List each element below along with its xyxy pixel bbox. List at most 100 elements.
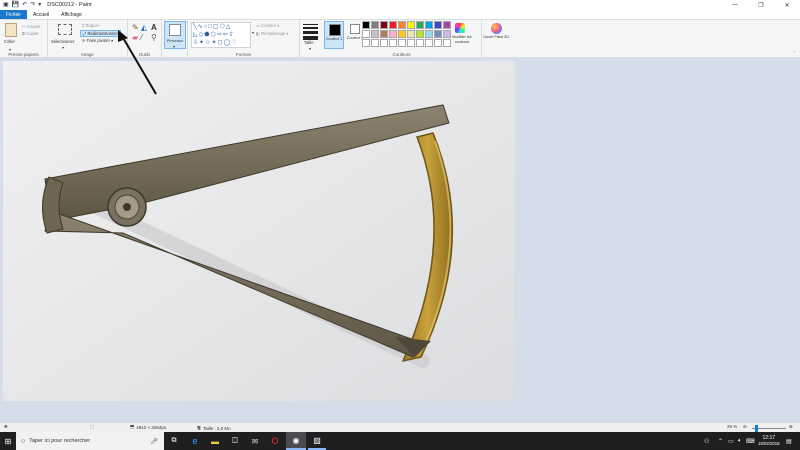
microphone-icon[interactable]: 🎤︎ <box>150 438 158 445</box>
palette-swatch[interactable] <box>398 21 406 29</box>
palette-swatch[interactable] <box>389 39 397 47</box>
save-icon[interactable]: 💾 <box>12 2 19 8</box>
people-icon[interactable]: ⚇ <box>704 432 709 450</box>
edge-icon[interactable]: e <box>186 432 204 450</box>
zoom-slider[interactable] <box>752 425 786 432</box>
palette-swatch[interactable] <box>371 39 379 47</box>
rounded-rectangle-shape-icon[interactable]: ▢ <box>213 24 220 30</box>
palette-swatch[interactable] <box>398 39 406 47</box>
collapse-ribbon-icon[interactable]: ⌃ <box>792 50 796 55</box>
outline-button[interactable]: ▭ Contour ▾ <box>256 23 279 28</box>
notifications-icon[interactable]: ▤ <box>786 432 792 450</box>
size-icon[interactable] <box>303 24 318 40</box>
palette-swatch[interactable] <box>434 21 442 29</box>
shapes-scroll-icon[interactable]: ▾ <box>252 30 254 35</box>
palette-swatch[interactable] <box>434 39 442 47</box>
palette-swatch[interactable] <box>407 21 415 29</box>
heart-shape-icon[interactable]: ♡ <box>231 40 237 46</box>
paste-button[interactable]: Coller <box>4 39 15 44</box>
zoom-in-button[interactable]: ⊕ <box>789 424 793 430</box>
shapes-group-label: Formes <box>235 52 252 57</box>
store-icon[interactable]: ⛋ <box>226 432 244 450</box>
network-icon[interactable]: ▭ <box>728 432 734 450</box>
cut-button[interactable]: ✂ Couper <box>22 24 40 29</box>
tray-chevron-icon[interactable]: ⌃ <box>718 432 723 450</box>
crop-icon: ⌗ <box>82 23 85 28</box>
palette-swatch[interactable] <box>362 30 370 38</box>
keyboard-icon[interactable]: ⌨ <box>746 432 755 450</box>
palette-row <box>362 21 451 29</box>
volume-icon[interactable]: 🔈︎ <box>738 432 742 450</box>
fill-button[interactable]: ◧ Remplissage ▾ <box>256 31 289 36</box>
palette-swatch[interactable] <box>416 30 424 38</box>
task-view-icon[interactable]: ⧉ <box>166 432 182 450</box>
palette-swatch[interactable] <box>416 39 424 47</box>
status-bar: ✥ ⬚ ⬒ 4912 × 3264px 🖫 Taille : 2,8 Mo 25 %… <box>0 422 800 432</box>
palette-swatch[interactable] <box>380 39 388 47</box>
palette-swatch[interactable] <box>362 21 370 29</box>
palette-swatch[interactable] <box>425 21 433 29</box>
paint3d-icon[interactable] <box>491 23 502 34</box>
undo-icon[interactable]: ↶ <box>22 2 27 8</box>
copy-label: Copier <box>26 31 39 36</box>
palette-swatch[interactable] <box>398 30 406 38</box>
cut-label: Couper <box>26 24 41 29</box>
open-paint3d-button[interactable]: Ouvrir Paint 3D <box>482 35 510 40</box>
copy-button[interactable]: ⧉ Copier <box>22 31 39 36</box>
resize-icon: ⤢ <box>83 31 87 36</box>
triangle-shape-icon[interactable]: △ <box>226 24 232 30</box>
zoom-slider-thumb[interactable] <box>755 425 758 432</box>
paint-taskbar-icon[interactable]: ◉ <box>286 432 306 450</box>
tab-view[interactable]: Affichage <box>55 10 88 19</box>
rotate-button[interactable]: ⟳ Faire pivoter ▾ <box>82 38 113 43</box>
size-label: Taille <box>304 40 314 45</box>
redo-icon[interactable]: ↷ <box>30 2 35 8</box>
select-dropdown-icon[interactable]: ▾ <box>62 45 64 50</box>
size-group: Taille ▾ <box>300 20 322 58</box>
palette-swatch[interactable] <box>407 39 415 47</box>
minimize-button[interactable]: — <box>722 0 748 10</box>
palette-swatch[interactable] <box>380 30 388 38</box>
shapes-gallery[interactable]: ╲∿○□▢⬠△ ◺◇⬟⬡⇨⇦⇧ ⇩✦☆✶◻◯♡ <box>191 22 251 48</box>
mail-icon[interactable]: ✉ <box>246 432 264 450</box>
select-button[interactable]: Sélectionner <box>51 39 74 44</box>
palette-swatch[interactable] <box>425 30 433 38</box>
edit-colors-button[interactable]: Modifier les couleurs <box>448 35 476 44</box>
palette-swatch[interactable] <box>389 30 397 38</box>
palette-swatch[interactable] <box>371 30 379 38</box>
palette-swatch[interactable] <box>434 30 442 38</box>
zoom-out-button[interactable]: ⊖ <box>743 424 747 430</box>
quick-access-toolbar: ▣ 💾 ↶ ↷ ▾ <box>0 2 41 8</box>
disk-icon: 🖫 <box>197 425 201 430</box>
opera-icon[interactable]: O <box>266 432 284 450</box>
arrow-up-shape-icon[interactable]: ⇧ <box>229 32 235 38</box>
edit-colors-icon[interactable] <box>455 23 465 33</box>
crop-button[interactable]: ⌗ Rogner <box>82 23 99 28</box>
maximize-button[interactable]: ❐ <box>748 0 774 10</box>
palette-swatch[interactable] <box>425 39 433 47</box>
clock[interactable]: 12:17 19/02/2018 <box>758 432 780 450</box>
size-dropdown-icon[interactable]: ▾ <box>309 46 311 51</box>
palette-swatch[interactable] <box>371 21 379 29</box>
tab-file[interactable]: Fichier <box>0 10 28 19</box>
taskbar: ⊞ ○ Taper ici pour rechercher 🎤︎ ⧉ e ▬ ⛋… <box>0 432 800 450</box>
palette-swatch[interactable] <box>389 21 397 29</box>
palette-swatch[interactable] <box>443 21 451 29</box>
palette-swatch[interactable] <box>362 39 370 47</box>
windows-start-icon[interactable]: ⊞ <box>0 432 16 450</box>
customize-icon[interactable]: ▾ <box>38 2 41 8</box>
fill-label: Remplissage <box>261 31 286 36</box>
file-explorer-icon[interactable]: ▬ <box>206 432 224 450</box>
brushes-button[interactable]: Pinceaux ▾ <box>164 21 186 49</box>
tab-home[interactable]: Accueil <box>27 10 55 19</box>
outline-label: Contour <box>261 23 277 28</box>
close-button[interactable]: ✕ <box>774 0 800 10</box>
photos-icon[interactable]: ▨ <box>308 432 326 450</box>
taskbar-search[interactable]: ○ Taper ici pour rechercher 🎤︎ <box>16 432 164 450</box>
color1-button[interactable]: Couleur 1 <box>324 21 344 49</box>
palette-swatch[interactable] <box>380 21 388 29</box>
palette-swatch[interactable] <box>407 30 415 38</box>
palette-swatch[interactable] <box>416 21 424 29</box>
paint-app-icon: ▣ <box>3 2 9 8</box>
image-canvas[interactable] <box>3 61 515 401</box>
